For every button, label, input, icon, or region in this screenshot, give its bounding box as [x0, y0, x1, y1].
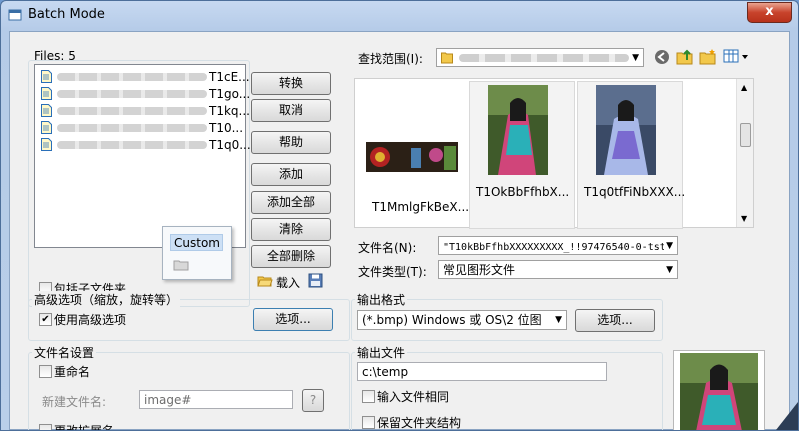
back-icon[interactable]: [654, 49, 670, 65]
view-menu-icon[interactable]: [723, 49, 749, 64]
use-advanced-label: 使用高级选项: [54, 313, 127, 327]
output-file-label: 输出文件: [355, 344, 408, 361]
thumbnail-caption: T1q0tfFiNbXXX...: [584, 185, 686, 199]
keep-structure-label: 保留文件夹结构: [377, 416, 462, 430]
thumbnail-item-selected[interactable]: T1OkBbFfhbX...: [469, 81, 575, 229]
preview-image: [680, 353, 758, 430]
help-button[interactable]: 帮助: [251, 131, 331, 154]
chevron-down-icon: ▼: [632, 53, 639, 63]
clear-button[interactable]: 清除: [251, 218, 331, 241]
resize-grip-icon[interactable]: [770, 396, 798, 430]
same-as-input-checkbox[interactable]: [362, 390, 375, 403]
output-format-combo[interactable]: (*.bmp) Windows 或 OS\2 位图 ▼: [357, 310, 567, 330]
custom-menu-item[interactable]: Custom: [170, 234, 223, 251]
file-name: T1go...: [209, 87, 251, 101]
filetype-combo[interactable]: 常见图形文件 ▼: [438, 260, 678, 279]
document-icon: [41, 121, 52, 134]
filename-value: "T10kBbFfhbXXXXXXXXX_!!97476540-0-tst: [443, 242, 666, 253]
blurred-filename: [57, 73, 207, 81]
filetype-label: 文件类型(T):: [358, 265, 427, 279]
filename-label: 文件名(N):: [358, 241, 417, 255]
file-name: T10...: [209, 121, 244, 135]
file-list-item[interactable]: T1go...: [41, 86, 250, 102]
rename-label: 重命名: [54, 365, 91, 379]
image-thumbnail: [596, 85, 656, 175]
chevron-down-icon: ▼: [666, 265, 673, 275]
scrollbar-thumb[interactable]: [740, 123, 751, 147]
open-folder-icon[interactable]: [257, 274, 273, 288]
rename-checkbox[interactable]: [39, 365, 52, 378]
remove-all-button[interactable]: 全部删除: [251, 245, 331, 268]
app-icon: [8, 9, 22, 21]
blurred-filename: [57, 141, 207, 149]
load-button[interactable]: 载入: [276, 274, 300, 291]
filetype-value: 常见图形文件: [443, 263, 516, 277]
cancel-button[interactable]: 取消: [251, 99, 331, 122]
custom-popup[interactable]: Custom: [162, 226, 232, 280]
document-icon: [41, 87, 52, 100]
format-options-button[interactable]: 选项...: [575, 309, 655, 332]
folder-icon: [441, 52, 453, 64]
document-icon: [41, 70, 52, 83]
thumbnail-caption: T1MmlgFkBeX...: [372, 200, 470, 214]
blurred-filename: [57, 90, 207, 98]
new-folder-icon[interactable]: [699, 48, 717, 65]
convert-button[interactable]: 转换: [251, 72, 331, 95]
thumbnail-item[interactable]: T1MmlgFkBeX...: [361, 119, 470, 221]
keep-structure-checkbox[interactable]: [362, 416, 375, 429]
image-thumbnail: [366, 142, 458, 172]
output-path-input[interactable]: c:\temp: [357, 362, 607, 381]
thumbnail-caption: T1OkBbFfhbX...: [476, 185, 570, 199]
scroll-up-icon[interactable]: ▲: [741, 83, 747, 92]
file-name: T1q0...: [209, 138, 251, 152]
document-icon: [41, 104, 52, 117]
thumbnail-scrollbar[interactable]: ▲ ▼: [736, 79, 753, 227]
batch-mode-window: Batch Mode x Files: 5 T1cE... T1go... T1…: [0, 0, 799, 431]
file-list[interactable]: T1cE... T1go... T1kq... T10... T1q0...: [34, 64, 251, 248]
output-format-label: 输出格式: [355, 291, 408, 308]
new-filename-input[interactable]: image#: [139, 390, 293, 409]
title-bar[interactable]: Batch Mode x: [1, 1, 798, 29]
filename-settings-label: 文件名设置: [32, 344, 97, 361]
thumbnail-item[interactable]: T1q0tfFiNbXXX...: [577, 81, 686, 229]
preview-frame: [673, 350, 765, 430]
filename-help-button[interactable]: ?: [302, 389, 324, 412]
use-advanced-checkbox[interactable]: ✔: [39, 313, 52, 326]
file-list-item[interactable]: T1kq...: [41, 103, 250, 119]
save-disk-icon[interactable]: [308, 273, 323, 288]
chevron-down-icon: ▼: [555, 311, 562, 329]
new-filename-label: 新建文件名:: [42, 395, 107, 409]
blurred-path: [459, 54, 629, 62]
file-list-item[interactable]: T1q0...: [41, 137, 251, 153]
thumbnail-view[interactable]: T1MmlgFkBeX... T1OkBbFfhbX... T1q0tfFiNb…: [354, 78, 754, 229]
scroll-down-icon[interactable]: ▼: [741, 214, 747, 223]
filename-combo[interactable]: "T10kBbFfhbXXXXXXXXX_!!97476540-0-tst ▼: [438, 236, 678, 255]
look-in-combo[interactable]: ▼: [436, 48, 644, 67]
advanced-options-label: 高级选项（缩放，旋转等）: [32, 291, 181, 308]
blurred-filename: [57, 124, 207, 132]
blurred-filename: [57, 107, 207, 115]
document-icon: [41, 138, 52, 151]
file-name: T1kq...: [209, 104, 250, 118]
add-all-button[interactable]: 添加全部: [251, 191, 331, 214]
advanced-options-button[interactable]: 选项...: [253, 308, 333, 331]
up-folder-icon[interactable]: [676, 48, 694, 65]
image-thumbnail: [488, 85, 548, 175]
file-list-item[interactable]: T1cE...: [41, 69, 250, 85]
file-name: T1cE...: [209, 70, 250, 84]
same-as-input-label: 输入文件相同: [377, 390, 450, 404]
file-list-item[interactable]: T10...: [41, 120, 244, 136]
close-button[interactable]: x: [747, 2, 792, 23]
output-format-value: (*.bmp) Windows 或 OS\2 位图: [362, 313, 542, 327]
dialog-body: Files: 5 T1cE... T1go... T1kq... T10... …: [9, 31, 790, 430]
window-title: Batch Mode: [28, 7, 105, 22]
add-button[interactable]: 添加: [251, 163, 331, 186]
folder-icon[interactable]: [173, 258, 189, 271]
chevron-down-icon: ▼: [664, 237, 673, 254]
look-in-label: 查找范围(I):: [358, 52, 423, 66]
